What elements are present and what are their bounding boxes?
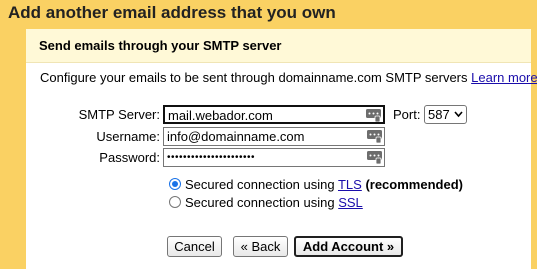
username-value: info@domainname.com [167,129,305,144]
chevron-down-icon [454,111,463,118]
dialog-border-right [531,29,537,269]
tls-link[interactable]: TLS [338,177,362,192]
learn-more-link[interactable]: Learn more [471,70,537,85]
username-label: Username: [96,129,160,144]
password-manager-icon[interactable] [366,108,381,122]
password-manager-icon[interactable] [367,129,382,143]
username-input[interactable]: info@domainname.com [163,127,385,146]
description-text: Configure your emails to be sent through… [40,70,468,85]
dialog-titlebar: Add another email address that you own [0,0,537,29]
ssl-radio[interactable] [169,196,181,208]
port-value: 587 [428,107,450,122]
port-select[interactable]: 587 [424,105,467,124]
port-label: Port: [393,107,421,122]
cancel-button[interactable]: Cancel [167,236,222,257]
smtp-server-value: mail.webador.com [168,108,273,123]
add-account-button[interactable]: Add Account » [294,236,403,257]
dialog-title: Add another email address that you own [8,3,336,22]
section-header: Send emails through your SMTP server [26,29,531,63]
recommended-label: (recommended) [361,177,463,192]
ssl-link[interactable]: SSL [338,195,363,210]
password-label: Password: [99,150,160,165]
tls-radio[interactable] [169,178,181,190]
password-manager-icon[interactable] [367,150,382,164]
smtp-form-panel: Configure your emails to be sent through… [26,63,537,269]
section-heading: Send emails through your SMTP server [39,38,282,53]
dialog-border-left [0,29,26,269]
tls-label: Secured connection using TLS (recommende… [185,177,463,192]
smtp-server-input[interactable]: mail.webador.com [163,105,385,124]
password-input[interactable]: •••••••••••••••••••••• [163,148,385,167]
smtp-server-label: SMTP Server: [78,107,160,122]
password-value: •••••••••••••••••••••• [167,152,256,163]
smtp-description: Configure your emails to be sent through… [40,70,537,85]
back-button[interactable]: « Back [233,236,288,257]
ssl-label: Secured connection using SSL [185,195,363,210]
